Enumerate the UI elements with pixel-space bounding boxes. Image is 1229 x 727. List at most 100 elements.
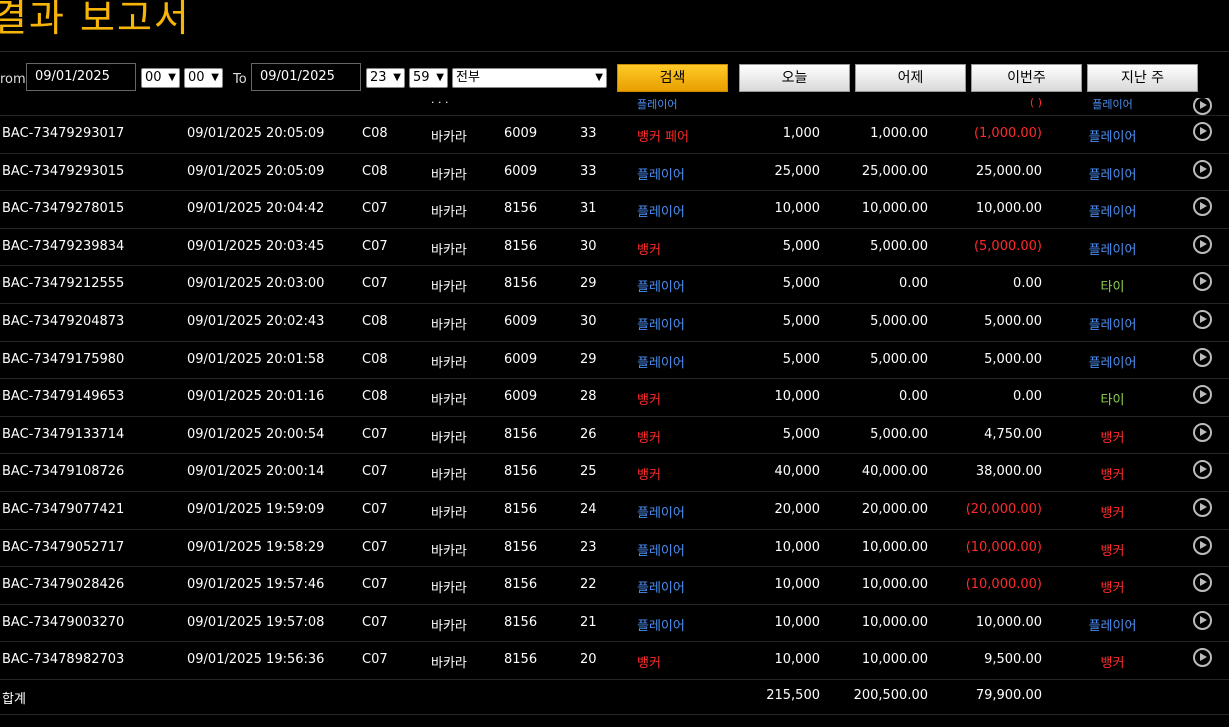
play-replay-icon[interactable] [1193,159,1212,179]
shoe-number: 8156 [504,502,538,517]
game-result: 뱅커 [1100,581,1125,597]
bet-type: 플레이어 [637,543,685,559]
play-replay-icon[interactable] [1193,310,1212,329]
game-type-select[interactable]: 전부 ▼ [452,68,607,88]
totals-winloss: 79,900.00 [975,688,1042,703]
to-date-input[interactable]: 09/01/2025 [251,63,361,91]
bet-time: 09/01/2025 20:00:54 [187,426,325,442]
game-name: 바카라 [431,618,467,634]
search-button[interactable]: 검색 [617,64,728,92]
totals-label: 합계 [2,692,26,707]
play-replay-icon[interactable] [1193,272,1212,292]
win-loss: 5,000.00 [984,351,1042,367]
play-replay-icon[interactable] [1193,234,1212,254]
bet-type: 플레이어 [637,355,685,371]
game-name: 바카라 [431,430,467,446]
game-name: 바카라 [431,543,467,559]
round-number: 24 [580,502,597,517]
round-number: 22 [580,577,597,593]
win-loss: 0.00 [1013,389,1042,405]
bet-time: 09/01/2025 20:02:43 [187,314,325,329]
win-loss: 10,000.00 [975,614,1042,630]
bet-amount: 5,000 [782,351,820,367]
game-name: 바카라 [431,506,467,521]
play-replay-icon[interactable] [1193,347,1212,367]
table-code: C08 [362,126,388,141]
bet-type: 뱅커 [637,393,661,409]
bet-type: 플레이어 [637,318,685,333]
play-replay-icon[interactable] [1193,648,1212,668]
table-row: BAC-73479212555 09/01/2025 20:03:00 C07 바카라… [0,265,1229,304]
game-name: 바카라 [431,468,467,484]
from-date-input[interactable]: 09/01/2025 [26,63,136,91]
round-number: 28 [580,389,597,405]
play-replay-icon[interactable] [1193,385,1212,405]
valid-amount: 25,000.00 [861,163,928,179]
table-row: BAC-73479239834 09/01/2025 20:03:45 C07 바카라… [0,228,1229,267]
round-number: 30 [580,314,597,329]
shoe-number: 6009 [504,351,538,367]
play-replay-icon[interactable] [1193,498,1212,517]
play-replay-icon[interactable] [1193,422,1212,442]
bet-id: BAC-73479212555 [2,276,125,292]
totals-valid-amount: 200,500.00 [853,688,928,703]
bet-time: 09/01/2025 20:00:14 [187,464,325,480]
from-minute-select[interactable]: 00 ▼ [184,68,223,88]
bet-type: 뱅커 [637,430,661,446]
round-number: 30 [580,238,597,254]
play-replay-icon[interactable] [1193,98,1212,115]
valid-amount: 5,000.00 [870,314,928,329]
bet-amount: 5,000 [782,314,820,329]
bet-amount: 40,000 [774,464,821,480]
round-number: 23 [580,539,597,555]
shoe-number: 6009 [504,389,538,405]
valid-amount: 5,000.00 [870,426,928,442]
bet-type: 뱅커 [637,656,661,672]
from-hour-select[interactable]: 00 ▼ [141,68,180,88]
table-row: BAC-73479293017 09/01/2025 20:05:09 C08 바카라… [0,115,1229,154]
play-replay-icon[interactable] [1193,573,1212,593]
table-row: BAC-73478982703 09/01/2025 19:56:36 C07 바카라… [0,641,1229,680]
play-replay-icon[interactable] [1193,122,1212,141]
bet-type: 플레이어 [637,280,685,296]
bet-amount: 25,000 [774,163,821,179]
game-name: 바카라 [431,393,467,409]
game-result: 뱅커 [1100,543,1125,559]
table-row: BAC-73479077421 09/01/2025 19:59:09 C07 바카라… [0,491,1229,530]
valid-amount: 10,000.00 [861,652,928,668]
play-replay-icon[interactable] [1193,610,1212,630]
bet-time: 09/01/2025 20:05:09 [187,126,325,141]
bet-amount: 5,000 [782,426,820,442]
play-replay-icon[interactable] [1193,197,1212,217]
game-name: 바카라 [431,355,467,371]
shoe-number: 8156 [504,577,538,593]
bet-id: BAC-73479293017 [2,126,125,141]
game-result: 플레이어 [1088,318,1137,333]
to-minute-select[interactable]: 59 ▼ [409,68,448,88]
bet-id: BAC-73479175980 [2,351,125,367]
game-result: 뱅커 [1100,656,1125,672]
bet-amount: 10,000 [774,652,821,668]
bet-time: 09/01/2025 20:05:09 [187,163,325,179]
yesterday-button[interactable]: 어제 [855,64,966,92]
win-loss: 9,500.00 [984,652,1042,668]
to-label: To [233,72,247,87]
today-button[interactable]: 오늘 [739,64,850,92]
bet-time: 09/01/2025 19:58:29 [187,539,325,555]
win-loss: 0.00 [1013,276,1042,292]
from-label: rom [0,72,26,87]
round-number: 26 [580,426,597,442]
play-replay-icon[interactable] [1193,535,1212,555]
bet-time: 09/01/2025 20:03:45 [187,238,325,254]
play-replay-icon[interactable] [1193,460,1212,480]
table-row: BAC-73479293015 09/01/2025 20:05:09 C08 바카라… [0,153,1229,192]
last-week-button[interactable]: 지난 주 [1087,64,1198,92]
to-hour-select[interactable]: 23 ▼ [366,68,405,88]
game-result: 타이 [1100,393,1125,409]
bet-time: 09/01/2025 20:03:00 [187,276,325,292]
this-week-button[interactable]: 이번주 [971,64,1082,92]
win-loss: 5,000.00 [984,314,1042,329]
game-result: 플레이어 [1088,130,1137,145]
bet-amount: 1,000 [782,126,820,141]
bet-time: 09/01/2025 19:59:09 [187,502,325,517]
